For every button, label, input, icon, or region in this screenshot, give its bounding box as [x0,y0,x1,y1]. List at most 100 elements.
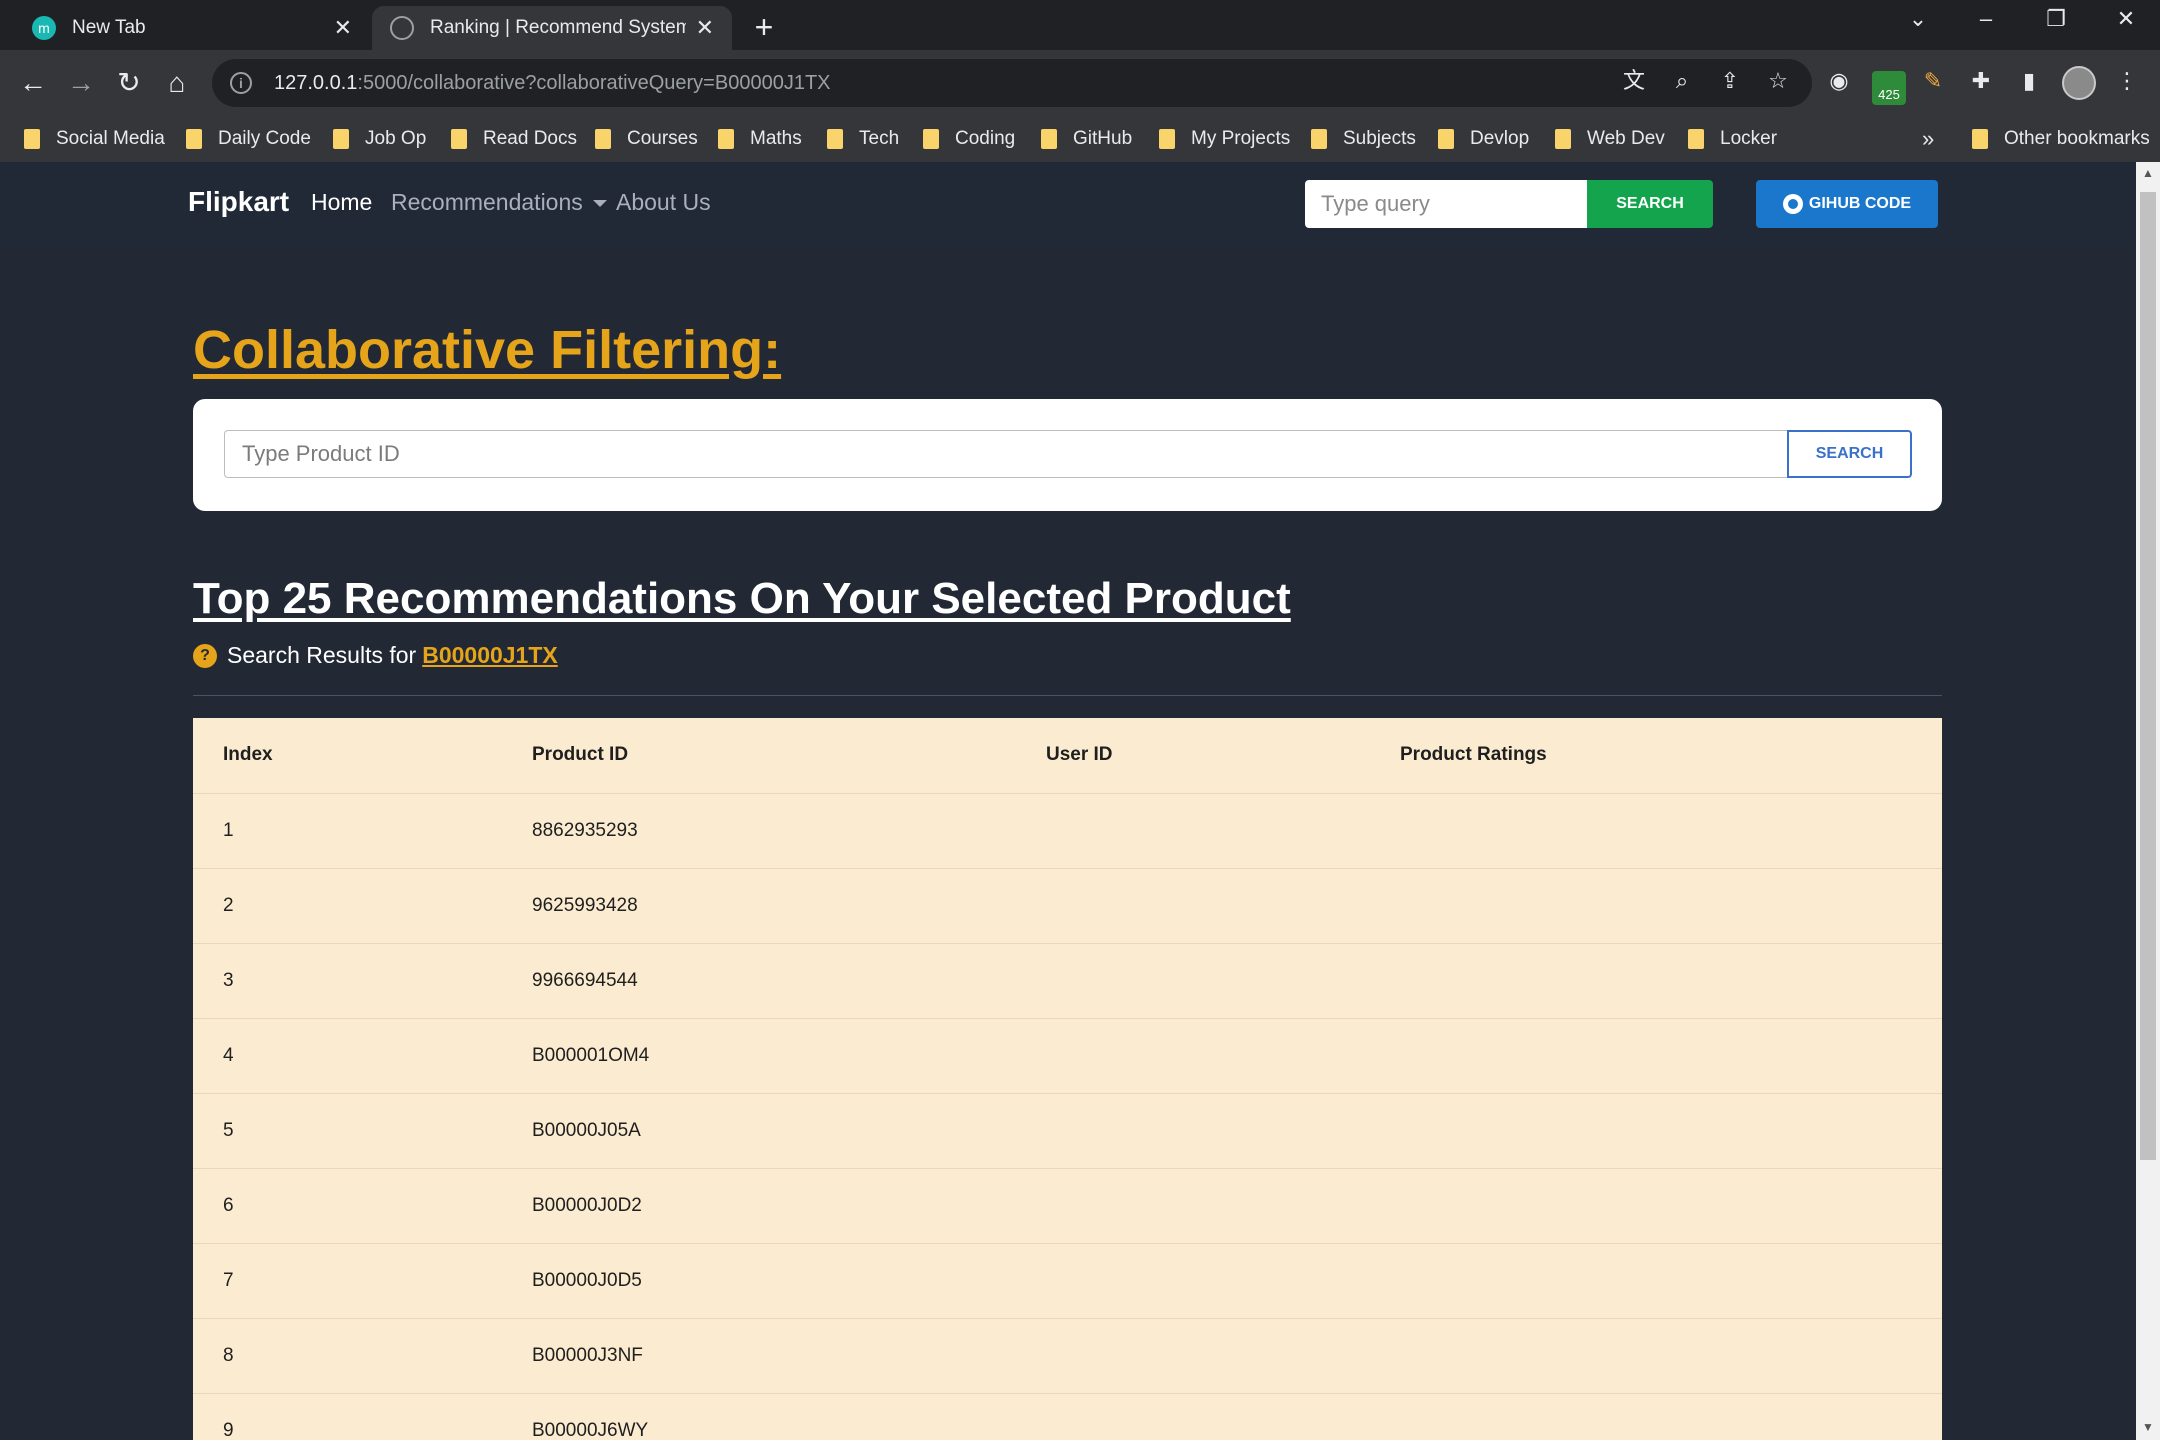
translate-icon[interactable]: 文 [1617,64,1651,98]
folder-icon [24,129,40,149]
github-button-label: GIHUB CODE [1808,195,1912,212]
query-search-button[interactable]: SEARCH [1587,180,1713,228]
table-header-row: Index Product ID User ID Product Ratings [193,718,1942,794]
cell-index: 7 [193,1243,532,1319]
tab-search-icon[interactable]: ⌄ [1898,6,1938,32]
cell-product-id: B00000J05A [532,1093,1046,1169]
bookmark-my-projects[interactable]: My Projects [1159,124,1290,154]
brand-logo[interactable]: Flipkart [188,186,289,218]
nav-home[interactable]: Home [311,189,372,216]
restore-icon[interactable]: ❐ [2036,6,2076,32]
bookmark-label: Courses [627,128,698,149]
cell-user-id [1046,793,1400,869]
cell-index: 4 [193,1018,532,1094]
folder-icon [1688,129,1704,149]
bookmark-devlop[interactable]: Devlop [1438,124,1529,154]
home-icon[interactable]: ⌂ [156,62,198,104]
cell-index: 8 [193,1318,532,1394]
bookmark-label: Maths [750,128,802,149]
cell-rating [1400,1243,1942,1319]
extensions-puzzle-icon[interactable]: ✚ [1964,64,1998,98]
zoom-icon[interactable]: ⌕ [1665,64,1699,98]
back-icon[interactable]: ← [12,62,54,104]
address-bar[interactable]: i 127.0.0.1 :5000/collaborative?collabor… [212,59,1812,107]
cell-user-id [1046,1168,1400,1244]
bookmark-tech[interactable]: Tech [827,124,899,154]
globe-icon [390,16,414,40]
cell-user-id [1046,1318,1400,1394]
window-close-icon[interactable]: ✕ [2106,6,2146,32]
query-search-input[interactable] [1305,180,1587,228]
scroll-down-icon[interactable]: ▼ [2140,1420,2156,1434]
results-heading: Top 25 Recommendations On Your Selected … [193,574,1291,623]
cell-index: 3 [193,943,532,1019]
bookmark-courses[interactable]: Courses [595,124,698,154]
bookmark-label: Job Op [365,128,427,149]
bookmark-social-media[interactable]: Social Media [24,124,165,154]
share-icon[interactable]: ⇪ [1713,64,1747,98]
query-link[interactable]: B00000J1TX [422,642,558,669]
recommendations-table: Index Product ID User ID Product Ratings… [193,718,1942,1440]
profile-avatar[interactable] [2062,66,2096,100]
bookmark-daily-code[interactable]: Daily Code [186,124,311,154]
bookmark-star-icon[interactable]: ☆ [1761,64,1795,98]
table-row: 9 B00000J6WY [193,1393,1942,1440]
new-tab-button[interactable]: + [744,8,784,48]
product-id-input[interactable] [224,430,1787,478]
bookmark-label: Coding [955,128,1016,149]
scroll-up-icon[interactable]: ▲ [2140,166,2156,180]
nav-recommendations[interactable]: Recommendations [391,189,607,216]
bookmark-subjects[interactable]: Subjects [1311,124,1416,154]
info-icon[interactable]: i [230,72,252,94]
bookmark-label: Web Dev [1587,128,1665,149]
bookmark-read-docs[interactable]: Read Docs [451,124,577,154]
cell-rating [1400,1093,1942,1169]
other-bookmarks[interactable]: Other bookmarks [1972,124,2150,154]
tab-new-tab[interactable]: m New Tab ✕ [14,6,370,50]
extension-badge[interactable]: 425 [1872,71,1906,105]
cell-rating [1400,1168,1942,1244]
cell-index: 6 [193,1168,532,1244]
nav-about[interactable]: About Us [616,189,711,216]
side-panel-icon[interactable]: ▮ [2012,64,2046,98]
caret-down-icon [592,200,607,208]
page-viewport: Flipkart Home Recommendations About Us S… [0,162,2136,1440]
bookmark-label: Locker [1720,128,1778,149]
site-navbar: Flipkart Home Recommendations About Us S… [0,162,2136,246]
cell-product-id: B000001OM4 [532,1018,1046,1094]
bookmark-coding[interactable]: Coding [923,124,1015,154]
cell-user-id [1046,1393,1400,1440]
bookmark-job-op[interactable]: Job Op [333,124,426,154]
cell-rating [1400,868,1942,944]
folder-icon [1311,129,1327,149]
more-bookmarks-icon[interactable]: » [1922,126,1934,152]
url-path: :5000/collaborative?collaborativeQuery=B… [357,71,831,94]
bookmark-label: Social Media [56,128,165,149]
bookmark-label: Read Docs [483,128,577,149]
bookmark-maths[interactable]: Maths [718,124,802,154]
forward-icon[interactable]: → [60,62,102,104]
cell-user-id [1046,1093,1400,1169]
product-search-button[interactable]: SEARCH [1787,430,1912,478]
bookmark-github[interactable]: GitHub [1041,124,1132,154]
reload-icon[interactable]: ↻ [108,62,150,104]
close-icon[interactable]: ✕ [696,15,714,41]
product-search-card: SEARCH [193,399,1942,511]
cell-index: 1 [193,793,532,869]
bookmarks-bar: Social Media Daily Code Job Op Read Docs… [0,116,2160,162]
scrollbar-thumb[interactable] [2140,192,2156,1160]
bookmark-label: GitHub [1073,128,1133,149]
table-row: 1 8862935293 [193,793,1942,869]
table-row: 4 B000001OM4 [193,1018,1942,1094]
menu-icon[interactable]: ⋮ [2110,64,2144,98]
github-code-button[interactable]: GIHUB CODE [1756,180,1938,228]
minimize-icon[interactable]: – [1966,6,2006,32]
extension-pen-icon[interactable]: ✎ [1916,64,1950,98]
bookmark-locker[interactable]: Locker [1688,124,1777,154]
extension-glasses-icon[interactable]: ◉ [1822,64,1856,98]
tab-ranking[interactable]: Ranking | Recommend System ✕ [372,6,732,50]
cell-product-id: 9625993428 [532,868,1046,944]
bookmark-web-dev[interactable]: Web Dev [1555,124,1665,154]
search-results-line: ? Search Results for B00000J1TX [193,642,558,669]
close-icon[interactable]: ✕ [334,15,352,41]
